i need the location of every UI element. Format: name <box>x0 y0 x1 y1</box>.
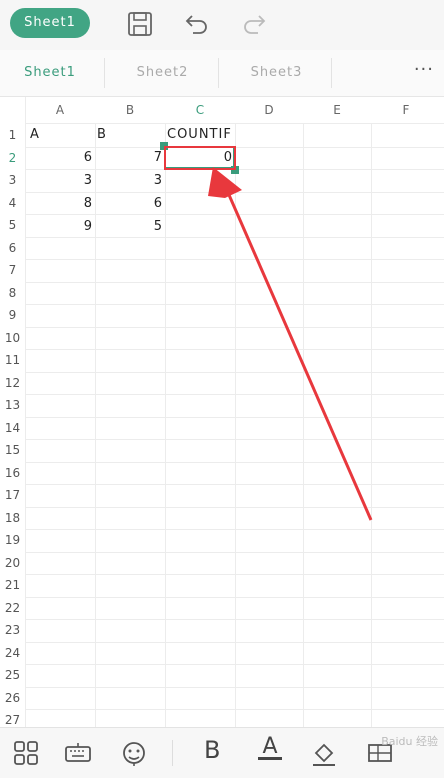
watermark: Baidu 经验 <box>381 735 438 748</box>
keyboard-icon[interactable] <box>64 739 92 767</box>
bottom-toolbar: B A <box>0 727 444 778</box>
grid-apps-icon[interactable] <box>12 739 40 767</box>
bold-icon[interactable]: B <box>204 736 220 764</box>
font-color-icon[interactable]: A <box>258 734 282 760</box>
fill-color-icon[interactable] <box>310 739 338 767</box>
font-color-label: A <box>262 734 278 759</box>
annotation-arrow <box>208 167 373 521</box>
face-icon[interactable] <box>120 739 148 767</box>
toolbar-divider <box>172 740 173 766</box>
